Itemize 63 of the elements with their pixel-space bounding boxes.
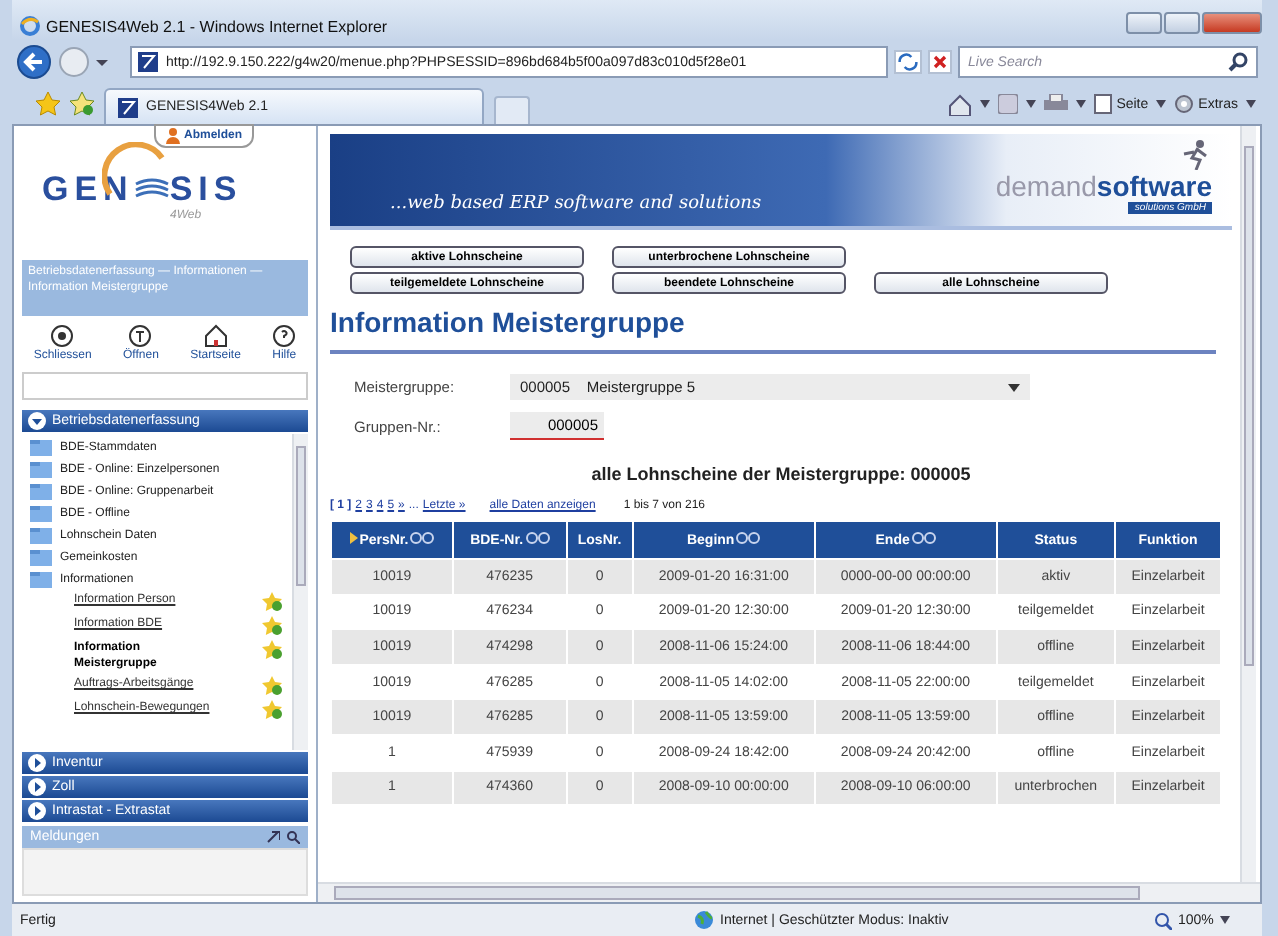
zoom-icon — [1154, 911, 1172, 929]
dropdown-caret-icon — [1008, 383, 1020, 391]
dropdown-caret-icon[interactable] — [96, 56, 108, 68]
caret-icon[interactable] — [1246, 100, 1256, 108]
folder-icon — [30, 461, 52, 477]
back-icon[interactable] — [16, 44, 52, 80]
star-add-icon[interactable] — [262, 592, 284, 612]
logo-text: SIS — [169, 170, 243, 209]
refresh-icon[interactable] — [894, 50, 922, 74]
caret-icon — [1219, 916, 1230, 924]
brand-logo: demandsoftware — [995, 170, 1212, 202]
folder-icon — [30, 549, 52, 565]
printer-icon[interactable] — [1044, 94, 1069, 114]
close-button[interactable] — [1202, 12, 1262, 34]
star-add-icon[interactable] — [262, 676, 284, 696]
home-icon — [203, 324, 228, 348]
home-icon[interactable] — [948, 93, 973, 115]
stop-icon[interactable] — [928, 50, 952, 74]
add-favorite-icon[interactable] — [70, 92, 94, 116]
scrollbar[interactable] — [1240, 126, 1256, 882]
close-icon — [50, 324, 75, 348]
star-add-icon[interactable] — [262, 616, 284, 636]
star-add-icon[interactable] — [262, 700, 284, 720]
menu-search-field[interactable] — [22, 372, 308, 400]
chevron-right-icon — [28, 802, 46, 820]
page-heading: Information Meistergruppe — [330, 306, 1216, 354]
folder-icon — [30, 527, 52, 543]
folder-icon — [30, 483, 52, 499]
search-icon[interactable] — [286, 830, 300, 844]
sort-arrows-icon[interactable] — [911, 532, 936, 544]
help-icon — [272, 324, 297, 348]
scrollbar[interactable] — [292, 434, 308, 750]
sort-arrows-icon[interactable] — [736, 532, 761, 544]
window-title: GENESIS4Web 2.1 - Windows Internet Explorer — [46, 17, 390, 35]
person-icon — [166, 128, 180, 144]
folder-icon — [30, 505, 52, 521]
caret-icon[interactable] — [980, 100, 991, 108]
page-menu-icon — [1094, 94, 1113, 114]
caret-icon[interactable] — [1156, 100, 1167, 108]
chevron-right-icon — [28, 778, 46, 796]
folder-icon — [30, 439, 52, 455]
caret-icon[interactable] — [1076, 100, 1087, 108]
maximize-button[interactable] — [1164, 12, 1200, 34]
search-icon[interactable] — [1228, 52, 1248, 72]
favorites-star-icon[interactable] — [36, 92, 60, 116]
banner-slogan: ...web based ERP software and solutions — [390, 194, 762, 214]
folder-icon — [30, 571, 52, 587]
chevron-down-icon — [28, 412, 46, 430]
table-caption: alle Lohnscheine der Meistergruppe: 000005 — [589, 464, 973, 484]
scrollbar[interactable] — [318, 882, 1260, 902]
star-add-icon[interactable] — [262, 640, 284, 660]
new-tab-button[interactable] — [494, 96, 530, 124]
sort-marker-icon — [349, 532, 358, 544]
runner-icon — [1180, 138, 1212, 170]
chevron-right-icon — [28, 754, 46, 772]
sort-arrows-icon[interactable] — [525, 532, 550, 544]
minimize-button[interactable] — [1126, 12, 1162, 34]
browser-logo-icon — [20, 16, 40, 36]
page-icon — [138, 52, 158, 72]
caret-icon[interactable] — [1026, 100, 1037, 108]
sort-arrows-icon[interactable] — [410, 532, 435, 544]
globe-icon — [694, 910, 714, 930]
page-icon — [118, 97, 138, 117]
